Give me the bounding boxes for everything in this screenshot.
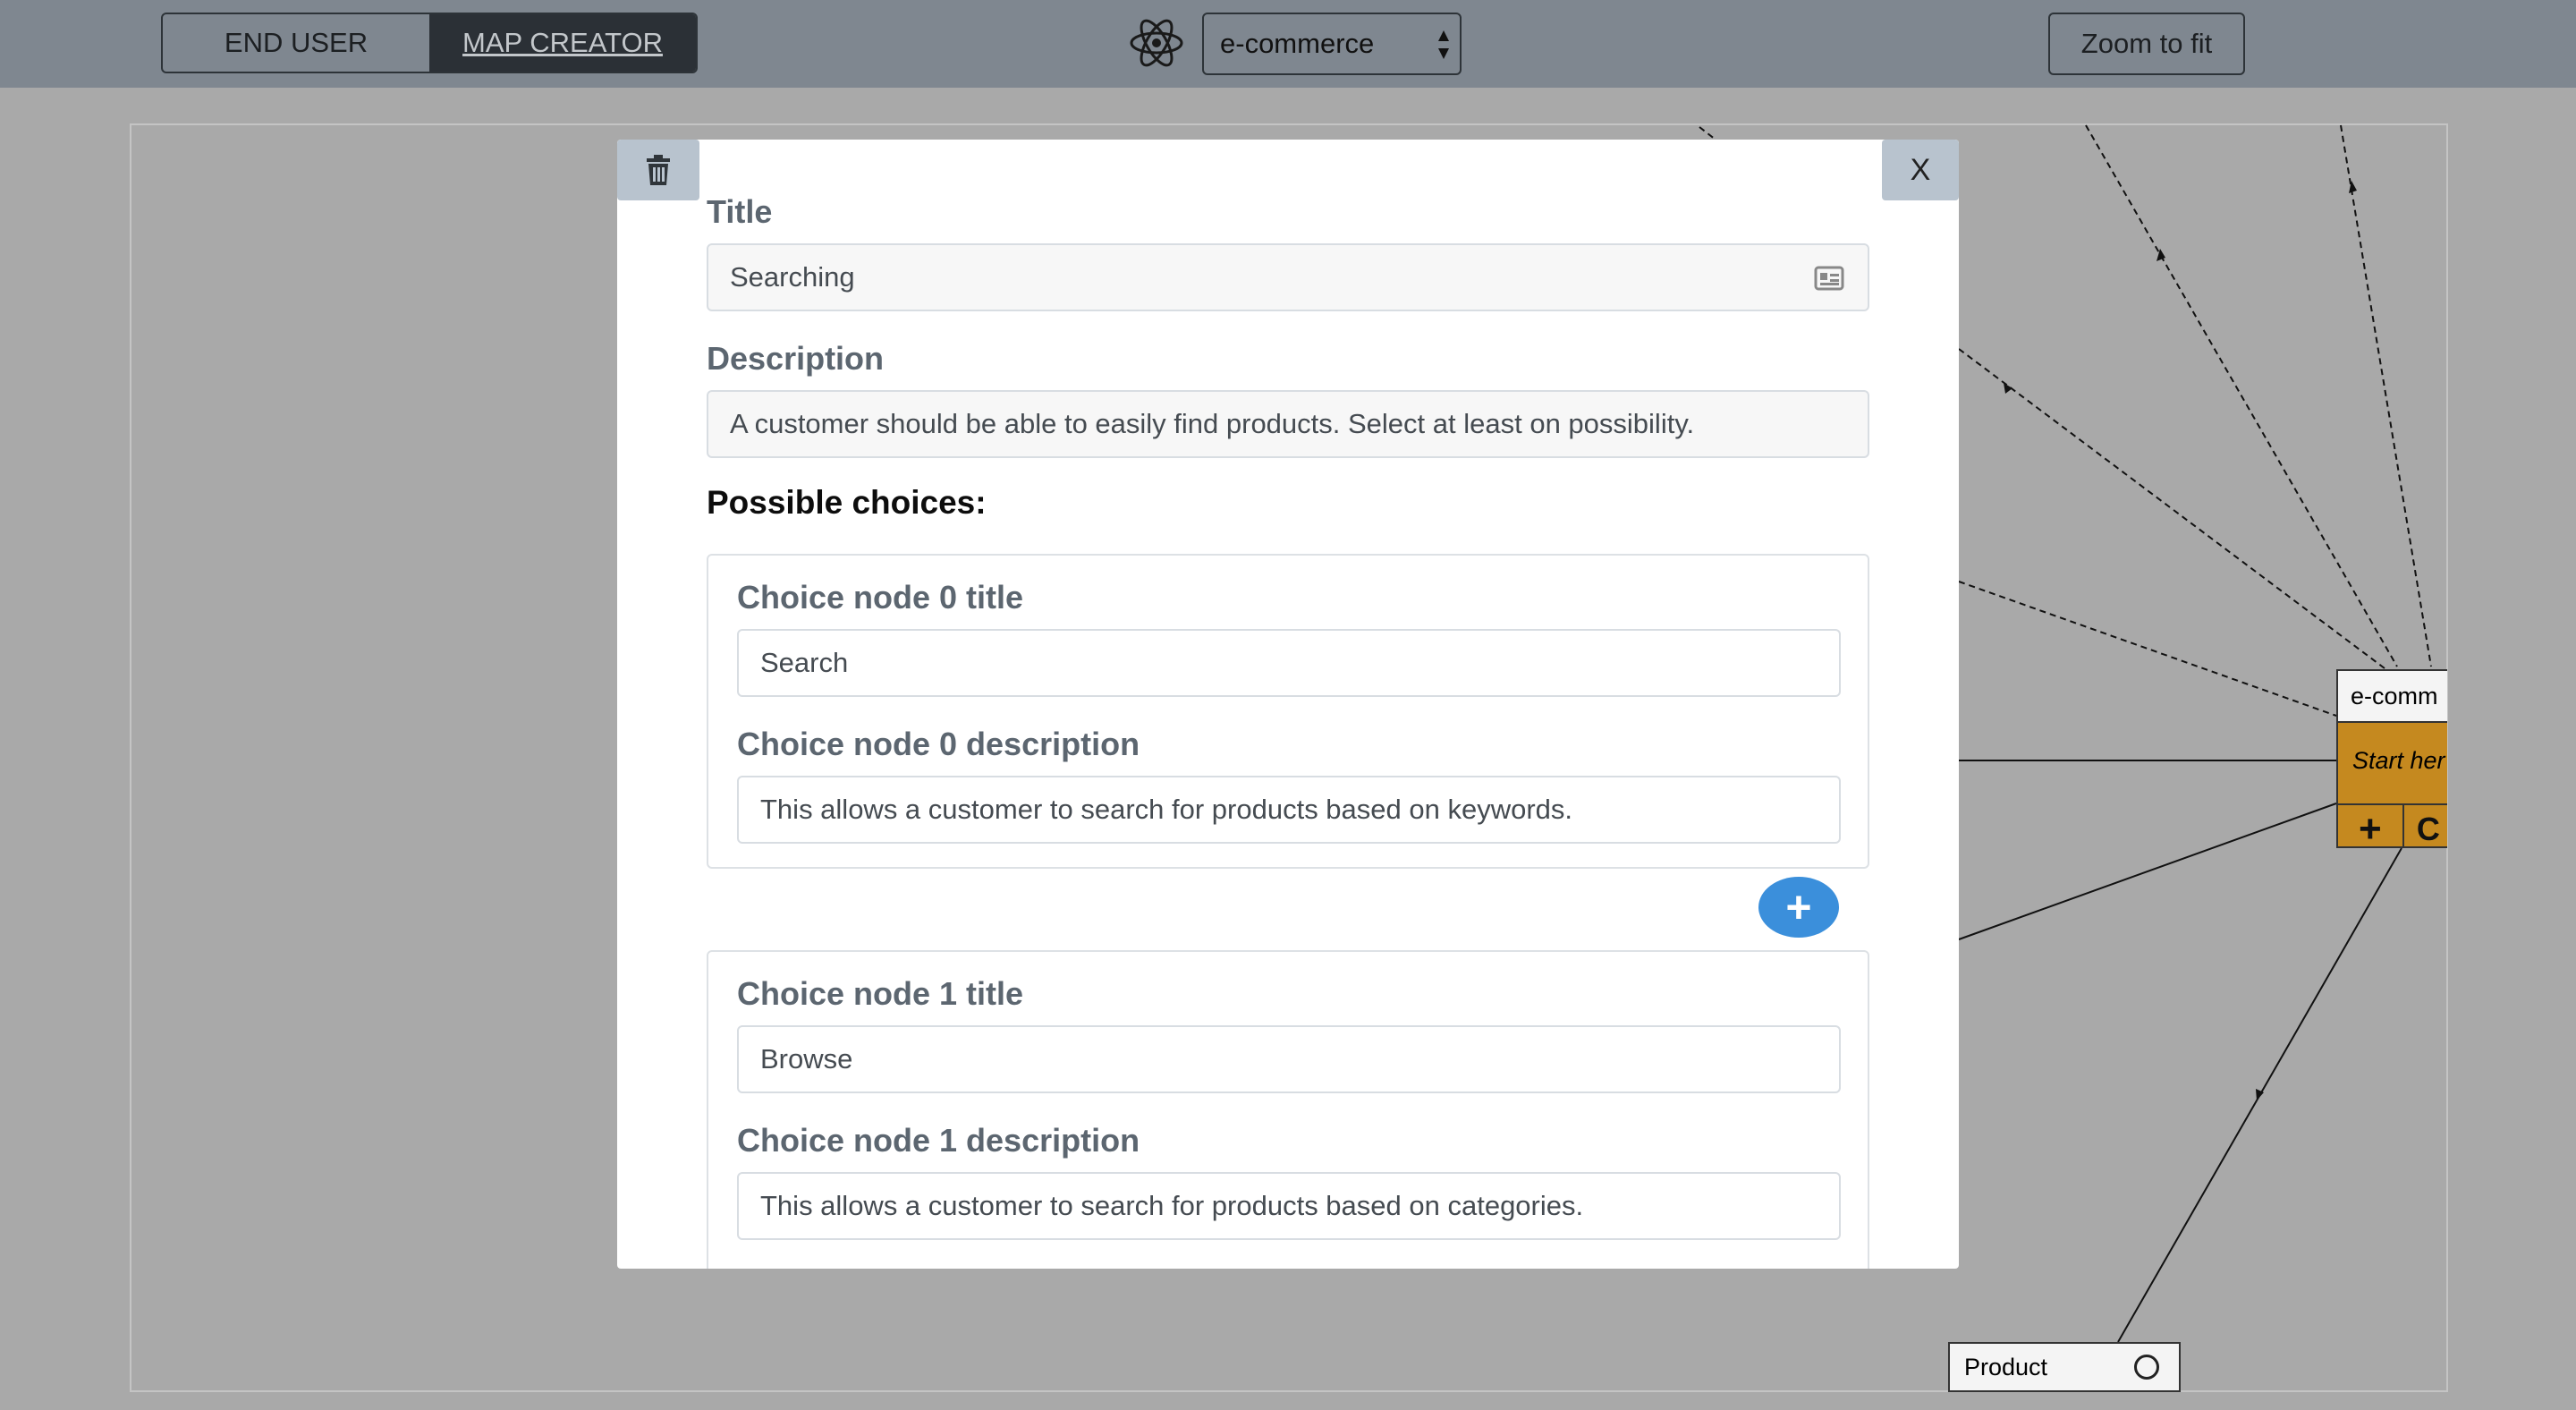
id-card-icon (1814, 266, 1844, 291)
edge-dashed (2085, 124, 2398, 667)
node-secondary-button[interactable]: C (2404, 805, 2447, 846)
trash-icon (647, 155, 670, 185)
title-label: Title (707, 193, 773, 230)
edge-dashed (1699, 126, 1716, 140)
edge-solid (1958, 803, 2337, 940)
edge-dashed (1958, 348, 2389, 672)
ecommerce-node[interactable]: e-comm Start her + C (2336, 669, 2447, 848)
ecommerce-node-body: Start her (2338, 721, 2447, 803)
choice-1-title-field[interactable]: Browse (737, 1025, 1841, 1093)
choice-0-description-label: Choice node 0 description (737, 726, 1140, 762)
title-field[interactable]: Searching (707, 243, 1869, 311)
choice-1-title-label: Choice node 1 title (737, 975, 1024, 1012)
edge-arrow (2004, 383, 2012, 394)
choice-card-1: Choice node 1 title Browse Choice node 1… (707, 950, 1869, 1269)
choice-0-title-field[interactable]: Search (737, 629, 1841, 697)
choice-0-title-label: Choice node 0 title (737, 579, 1024, 616)
product-node[interactable]: Product (1948, 1342, 2181, 1392)
edit-node-modal: X Title Searching Description A customer… (617, 140, 1959, 1269)
choice-1-description-field[interactable]: This allows a customer to search for pro… (737, 1172, 1841, 1240)
choice-1-description-label: Choice node 1 description (737, 1122, 1140, 1159)
add-choice-button[interactable]: + (1758, 877, 1839, 938)
ecommerce-node-title: e-comm (2338, 671, 2447, 721)
circle-icon[interactable] (2134, 1355, 2159, 1380)
edge-dashed (2340, 124, 2432, 667)
title-field-value: Searching (730, 261, 855, 293)
product-node-title: Product (1964, 1354, 2048, 1380)
possible-choices-heading: Possible choices: (707, 484, 987, 521)
choice-0-description-value: This allows a customer to search for pro… (760, 794, 1573, 825)
delete-button[interactable] (617, 140, 699, 200)
description-field-value: A customer should be able to easily find… (730, 408, 1695, 439)
description-label: Description (707, 340, 885, 377)
choice-1-title-value: Browse (760, 1043, 853, 1074)
description-field[interactable]: A customer should be able to easily find… (707, 390, 1869, 458)
choice-card-0: Choice node 0 title Search Choice node 0… (707, 554, 1869, 869)
choice-0-description-field[interactable]: This allows a customer to search for pro… (737, 776, 1841, 844)
choice-1-description-value: This allows a customer to search for pro… (760, 1190, 1584, 1221)
close-button[interactable]: X (1882, 140, 1959, 200)
choice-0-title-value: Search (760, 647, 849, 678)
ecommerce-node-actions: + C (2338, 803, 2447, 846)
edge-dashed (1958, 581, 2337, 717)
node-add-button[interactable]: + (2338, 805, 2404, 846)
